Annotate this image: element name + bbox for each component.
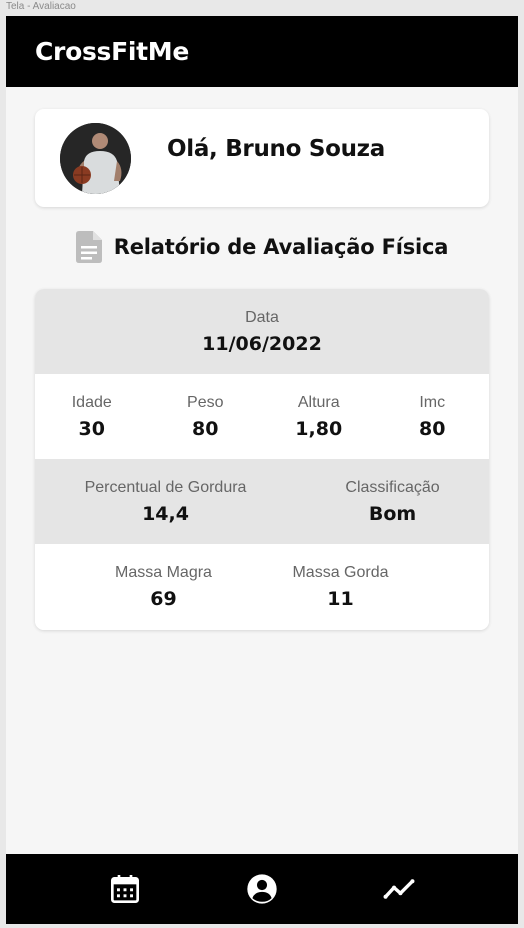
metric-height: Altura 1,80	[262, 374, 376, 459]
metric-label: Altura	[297, 393, 340, 411]
avatar[interactable]	[60, 123, 131, 194]
lean-mass-cell: Massa Magra 69	[75, 544, 252, 630]
calendar-icon	[110, 875, 139, 903]
metric-label: Idade	[71, 393, 112, 411]
date-row: Data 11/06/2022	[35, 289, 489, 374]
device-screen: CrossFitMe Olá, Bruno Souza Relatório de…	[6, 16, 518, 924]
fat-mass-cell: Massa Gorda 11	[252, 544, 429, 630]
classification-cell: Classificação Bom	[296, 459, 489, 544]
profile-card: Olá, Bruno Souza	[35, 109, 489, 207]
lean-mass-label: Massa Magra	[115, 564, 212, 581]
body-fat-value: 14,4	[142, 502, 189, 525]
metric-value: 1,80	[295, 417, 343, 440]
classification-label: Classificação	[345, 478, 440, 496]
body-fat-row: Percentual de Gordura 14,4 Classificação…	[35, 459, 489, 544]
classification-value: Bom	[368, 502, 417, 525]
report-card: Data 11/06/2022 Idade 30 Peso 80 Altura …	[35, 289, 489, 630]
metric-value: 80	[192, 417, 219, 440]
account-circle-icon	[247, 874, 277, 904]
nav-progress-button[interactable]	[382, 872, 416, 906]
fat-mass-label: Massa Gorda	[292, 564, 389, 581]
greeting-text: Olá, Bruno Souza	[167, 136, 385, 162]
date-cell: Data 11/06/2022	[35, 289, 489, 374]
fat-mass-value: 11	[327, 588, 354, 610]
lean-mass-value: 69	[150, 588, 177, 610]
app-title: CrossFitMe	[35, 37, 190, 66]
metric-weight: Peso 80	[149, 374, 263, 459]
report-heading: Relatório de Avaliação Física	[6, 230, 518, 264]
metric-imc: Imc 80	[376, 374, 490, 459]
date-value: 11/06/2022	[202, 332, 322, 355]
avatar-photo	[60, 123, 131, 194]
metric-value: 30	[78, 417, 105, 440]
trending-chart-icon	[383, 879, 415, 899]
metric-age: Idade 30	[35, 374, 149, 459]
nav-profile-button[interactable]	[245, 872, 279, 906]
mass-row: Massa Magra 69 Massa Gorda 11	[35, 544, 489, 630]
body-fat-label: Percentual de Gordura	[84, 478, 247, 496]
report-title: Relatório de Avaliação Física	[113, 235, 449, 259]
metric-value: 80	[419, 417, 446, 440]
frame-label: Tela - Avaliacao	[6, 1, 76, 12]
bottom-nav	[6, 854, 518, 924]
body-fat-cell: Percentual de Gordura 14,4	[35, 459, 296, 544]
nav-calendar-button[interactable]	[108, 872, 142, 906]
metric-label: Peso	[187, 393, 224, 411]
date-label: Data	[245, 308, 279, 326]
metrics-row: Idade 30 Peso 80 Altura 1,80 Imc 80	[35, 374, 489, 459]
metric-label: Imc	[419, 393, 446, 411]
app-bar: CrossFitMe	[6, 16, 518, 87]
document-icon	[75, 231, 102, 263]
